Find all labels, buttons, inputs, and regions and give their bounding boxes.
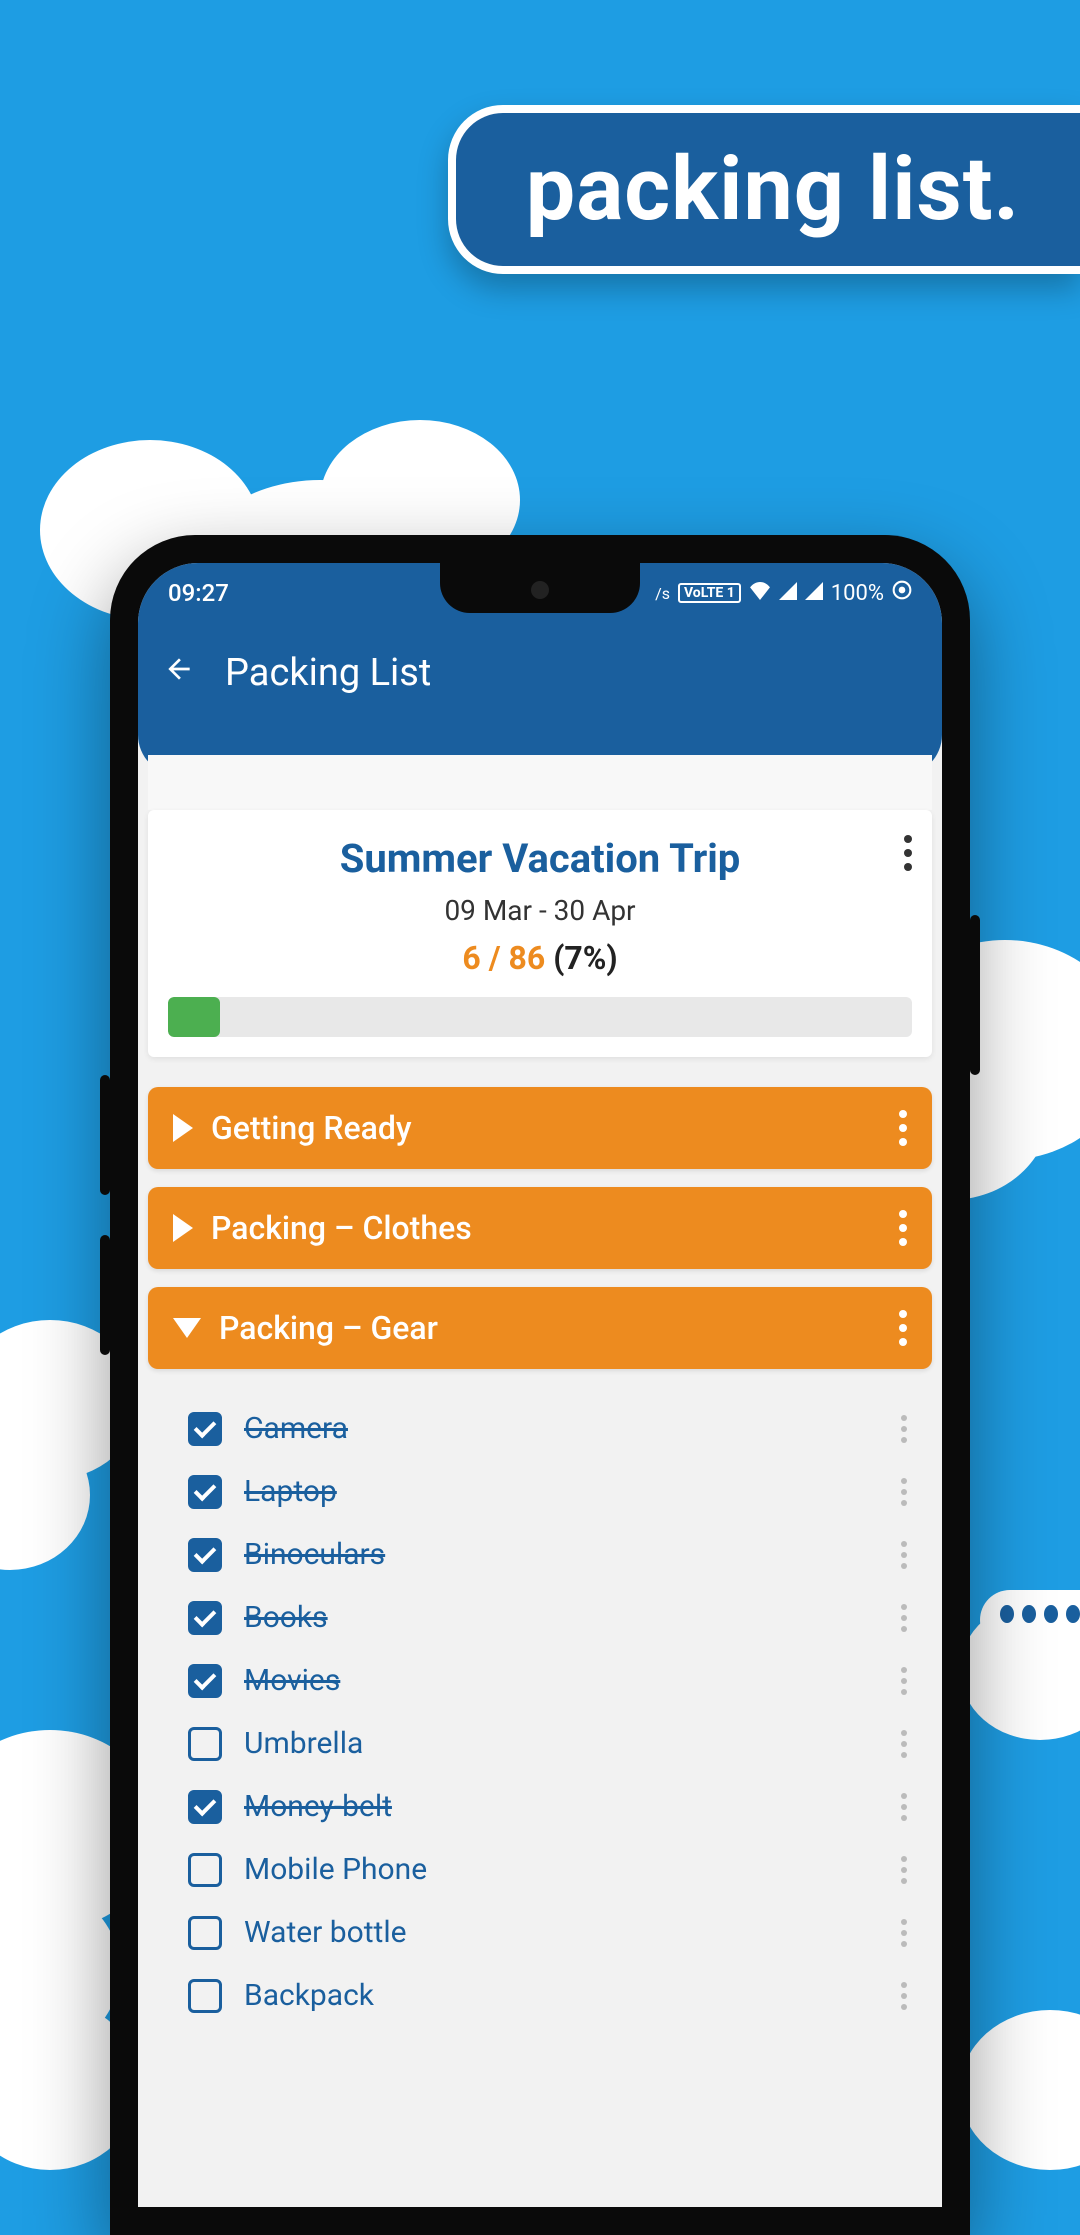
checkbox[interactable] (188, 1412, 222, 1446)
signal-icon (805, 581, 823, 606)
section-title: Packing – Gear (219, 1309, 438, 1347)
list-item[interactable]: Books (148, 1586, 932, 1649)
section-menu-icon[interactable] (899, 1310, 907, 1346)
item-label: Umbrella (244, 1726, 363, 1761)
section-header[interactable]: Packing – Gear (148, 1287, 932, 1369)
item-menu-icon[interactable] (901, 1856, 907, 1884)
card-menu-icon[interactable] (904, 835, 912, 871)
chevron-right-icon (173, 1114, 193, 1142)
progress-fill (168, 997, 220, 1037)
checkbox[interactable] (188, 1475, 222, 1509)
item-menu-icon[interactable] (901, 1415, 907, 1443)
section-header[interactable]: Getting Ready (148, 1087, 932, 1169)
phone-notch (440, 563, 640, 613)
app-bar: Packing List (138, 623, 942, 775)
item-label: Laptop (244, 1474, 337, 1509)
list-item[interactable]: Umbrella (148, 1712, 932, 1775)
progress-text: 6 / 86 (7%) (168, 939, 912, 977)
list-item[interactable]: Water bottle (148, 1901, 932, 1964)
chevron-right-icon (173, 1214, 193, 1242)
phone-frame: 09:27 /s VoLTE 1 100% (110, 535, 970, 2235)
wifi-icon (749, 581, 771, 606)
list-item[interactable]: Camera (148, 1397, 932, 1460)
signal-icon (779, 581, 797, 606)
section-title: Getting Ready (211, 1109, 412, 1147)
checkbox[interactable] (188, 1790, 222, 1824)
list-item[interactable]: Money-belt (148, 1775, 932, 1838)
item-label: Water bottle (244, 1915, 407, 1950)
progress-percent: (7%) (553, 939, 617, 977)
item-label: Binoculars (244, 1537, 385, 1572)
item-label: Backpack (244, 1978, 374, 2013)
back-arrow-icon[interactable] (163, 652, 195, 694)
checkbox[interactable] (188, 1727, 222, 1761)
promo-banner: packing list. (448, 105, 1080, 274)
checkbox[interactable] (188, 1853, 222, 1887)
list-item[interactable]: Mobile Phone (148, 1838, 932, 1901)
item-menu-icon[interactable] (901, 1793, 907, 1821)
status-time: 09:27 (168, 579, 229, 607)
trip-dates: 09 Mar - 30 Apr (168, 894, 912, 927)
trip-title: Summer Vacation Trip (168, 835, 912, 882)
item-menu-icon[interactable] (901, 1982, 907, 2010)
list-item[interactable]: Binoculars (148, 1523, 932, 1586)
item-label: Books (244, 1600, 328, 1635)
section-menu-icon[interactable] (899, 1110, 907, 1146)
item-menu-icon[interactable] (901, 1478, 907, 1506)
item-menu-icon[interactable] (901, 1667, 907, 1695)
plane-decoration (960, 1530, 1080, 1730)
checkbox[interactable] (188, 1664, 222, 1698)
chevron-down-icon (173, 1318, 201, 1338)
doodle-background (148, 755, 932, 810)
target-icon (892, 580, 912, 606)
checkbox[interactable] (188, 1538, 222, 1572)
checkbox[interactable] (188, 1601, 222, 1635)
checkbox[interactable] (188, 1979, 222, 2013)
checkbox[interactable] (188, 1916, 222, 1950)
page-title: Packing List (225, 651, 431, 695)
list-item[interactable]: Laptop (148, 1460, 932, 1523)
section-title: Packing – Clothes (211, 1209, 472, 1247)
item-label: Camera (244, 1411, 348, 1446)
trip-summary-card: Summer Vacation Trip 09 Mar - 30 Apr 6 /… (148, 810, 932, 1057)
volte-badge: VoLTE 1 (678, 583, 741, 603)
item-label: Money-belt (244, 1789, 392, 1824)
section-menu-icon[interactable] (899, 1210, 907, 1246)
list-item[interactable]: Movies (148, 1649, 932, 1712)
item-label: Movies (244, 1663, 340, 1698)
item-menu-icon[interactable] (901, 1730, 907, 1758)
banner-label: packing list. (526, 138, 1020, 241)
item-label: Mobile Phone (244, 1852, 427, 1887)
item-menu-icon[interactable] (901, 1604, 907, 1632)
section-header[interactable]: Packing – Clothes (148, 1187, 932, 1269)
battery-text: 100% (831, 581, 884, 606)
content-area: Summer Vacation Trip 09 Mar - 30 Apr 6 /… (138, 755, 942, 2037)
item-menu-icon[interactable] (901, 1541, 907, 1569)
checklist: Camera Laptop Binoculars Books Movies Umbrell… (148, 1387, 932, 2037)
progress-bar (168, 997, 912, 1037)
progress-count: 6 / 86 (462, 939, 545, 977)
list-item[interactable]: Backpack (148, 1964, 932, 2027)
item-menu-icon[interactable] (901, 1919, 907, 1947)
